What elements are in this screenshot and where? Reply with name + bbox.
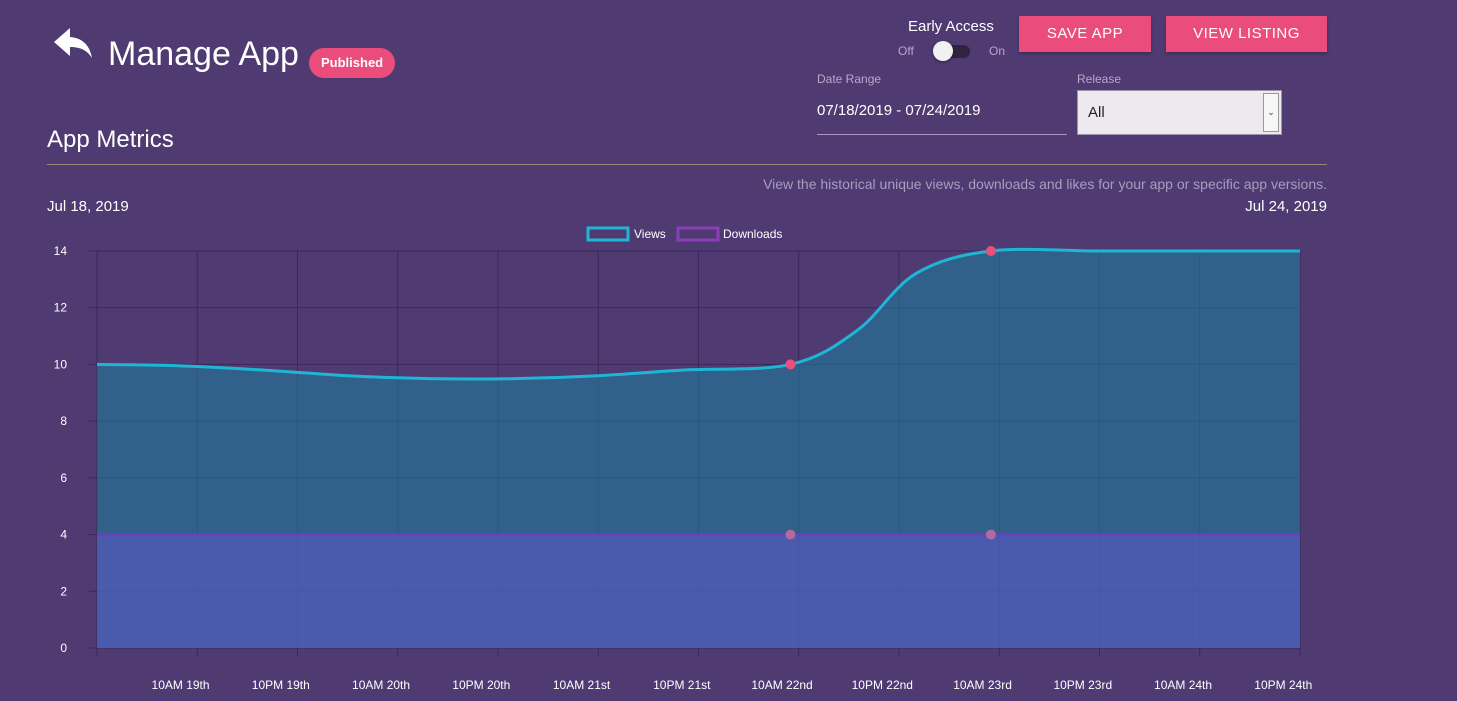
release-select[interactable]: All ⌄ <box>1077 90 1282 135</box>
page-title: Manage App <box>108 35 299 73</box>
status-badge: Published <box>309 48 396 78</box>
toggle-off-label: Off <box>898 44 914 58</box>
x-tick-label: 10PM 22nd <box>852 678 913 692</box>
end-date-label: Jul 24, 2019 <box>1245 198 1327 215</box>
y-tick-label: 14 <box>54 244 68 258</box>
x-tick-label: 10AM 23rd <box>953 678 1012 692</box>
metrics-chart: 0 2 4 6 8 10 12 14 10AM 19th 10PM 19th 10AM 20th 10… <box>54 226 1312 692</box>
start-date-label: Jul 18, 2019 <box>47 198 129 215</box>
x-tick-label: 10PM 20th <box>452 678 510 692</box>
section-divider <box>47 164 1327 165</box>
early-access-label: Early Access <box>908 18 994 35</box>
x-tick-label: 10AM 22nd <box>751 678 812 692</box>
x-tick-label: 10PM 24th <box>1254 678 1312 692</box>
y-tick-label: 2 <box>60 584 67 598</box>
x-tick-label: 10PM 21st <box>653 678 711 692</box>
section-title: App Metrics <box>47 126 174 153</box>
save-app-button[interactable]: SAVE APP <box>1019 16 1151 52</box>
y-tick-label: 10 <box>54 357 68 371</box>
toggle-knob <box>933 41 953 61</box>
data-point-downloads[interactable] <box>785 529 796 540</box>
legend-label-downloads[interactable]: Downloads <box>723 227 782 241</box>
y-tick-label: 4 <box>60 528 67 542</box>
legend-label-views[interactable]: Views <box>634 227 666 241</box>
date-range-input[interactable]: 07/18/2019 - 07/24/2019 <box>817 96 1067 135</box>
x-tick-label: 10PM 19th <box>252 678 310 692</box>
x-tick-label: 10PM 23rd <box>1053 678 1112 692</box>
toggle-on-label: On <box>989 44 1006 58</box>
y-tick-label: 12 <box>54 301 68 315</box>
x-tick-label: 10AM 19th <box>152 678 210 692</box>
legend-swatch-views[interactable] <box>586 226 630 242</box>
chevron-down-icon: ⌄ <box>1263 93 1279 132</box>
metrics-description: View the historical unique views, downlo… <box>763 176 1327 192</box>
back-arrow-icon[interactable] <box>50 24 96 64</box>
early-access-toggle[interactable] <box>933 41 971 61</box>
data-point-views[interactable] <box>785 359 796 370</box>
date-range-label: Date Range <box>817 72 882 86</box>
x-tick-label: 10AM 20th <box>352 678 410 692</box>
legend-swatch-downloads[interactable] <box>676 226 720 242</box>
release-label: Release <box>1077 72 1122 86</box>
x-tick-label: 10AM 24th <box>1154 678 1212 692</box>
x-tick-label: 10AM 21st <box>553 678 611 692</box>
data-point-views[interactable] <box>985 246 996 256</box>
view-listing-button[interactable]: VIEW LISTING <box>1166 16 1327 52</box>
y-tick-label: 6 <box>60 471 67 485</box>
y-tick-label: 8 <box>60 414 67 428</box>
y-tick-label: 0 <box>60 641 67 655</box>
data-point-downloads[interactable] <box>985 529 996 540</box>
series-area-downloads <box>97 534 1300 648</box>
release-select-value: All <box>1088 104 1105 121</box>
